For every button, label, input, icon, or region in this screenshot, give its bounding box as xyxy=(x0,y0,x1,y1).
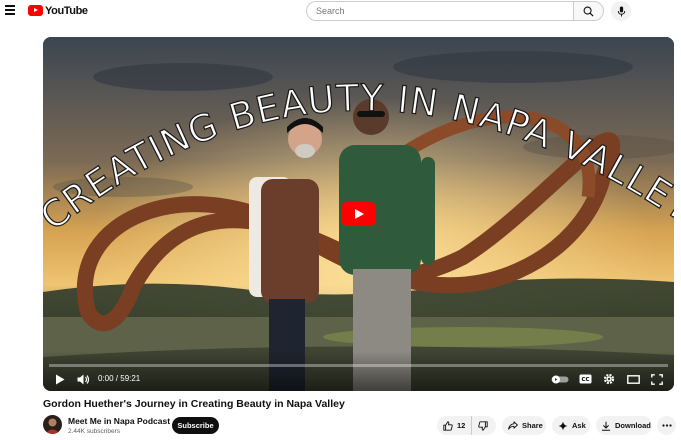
theater-icon xyxy=(626,374,640,384)
progress-bar[interactable] xyxy=(49,364,668,367)
play-icon xyxy=(56,374,65,384)
youtube-logo-icon xyxy=(28,5,43,16)
channel-avatar[interactable] xyxy=(43,415,62,434)
thumbs-down-icon xyxy=(478,420,488,431)
more-icon xyxy=(661,424,672,427)
play-button[interactable] xyxy=(53,371,67,387)
menu-icon[interactable] xyxy=(5,5,15,15)
avatar-image xyxy=(43,415,62,434)
top-bar: YouTube xyxy=(0,0,681,22)
theater-mode-button[interactable] xyxy=(625,371,641,387)
ask-button[interactable]: Ask xyxy=(552,416,590,435)
time-display: 0:00 / 59:21 xyxy=(98,374,141,383)
large-play-button[interactable] xyxy=(341,202,376,226)
video-player[interactable]: CREATING BEAUTY IN NAPA VALLEY 0:00 / 59… xyxy=(43,37,674,391)
download-button[interactable]: Download xyxy=(596,416,652,435)
subscriber-count: 2.44K subscribers xyxy=(68,428,121,435)
like-button[interactable]: 12 xyxy=(437,416,473,435)
search-icon xyxy=(583,6,594,17)
thumbs-up-icon xyxy=(443,420,453,431)
like-dislike-group: 12 xyxy=(437,416,496,435)
share-icon xyxy=(508,421,518,430)
captions-icon: CC xyxy=(579,374,591,384)
channel-name[interactable]: Meet Me in Napa Podcast xyxy=(68,416,170,426)
sparkle-icon xyxy=(558,421,568,430)
logo-text: YouTube xyxy=(45,4,88,17)
fullscreen-icon xyxy=(651,373,663,385)
settings-button[interactable] xyxy=(601,371,617,387)
youtube-logo[interactable]: YouTube xyxy=(28,3,88,18)
voice-search-button[interactable] xyxy=(611,1,631,21)
microphone-icon xyxy=(617,5,625,17)
svg-text:CC: CC xyxy=(581,377,589,383)
dislike-button[interactable] xyxy=(472,416,488,435)
settings-icon xyxy=(603,373,615,385)
volume-icon xyxy=(77,374,89,384)
subscribe-button[interactable]: Subscribe xyxy=(172,417,219,434)
like-count: 12 xyxy=(457,421,466,430)
share-button[interactable]: Share xyxy=(502,416,546,435)
mute-button[interactable] xyxy=(75,371,91,387)
autoplay-toggle-icon xyxy=(551,375,569,383)
share-label: Share xyxy=(522,421,543,430)
search-bar xyxy=(306,1,604,21)
fullscreen-button[interactable] xyxy=(649,371,665,387)
search-button[interactable] xyxy=(573,1,604,21)
download-label: Download xyxy=(615,421,651,430)
search-input[interactable] xyxy=(306,1,573,21)
ask-label: Ask xyxy=(572,421,586,430)
video-title: Gordon Huether's Journey in Creating Bea… xyxy=(43,398,345,410)
download-icon xyxy=(602,421,610,431)
captions-button[interactable]: CC xyxy=(577,371,593,387)
autoplay-toggle[interactable] xyxy=(550,371,570,387)
more-actions-button[interactable] xyxy=(657,416,676,435)
